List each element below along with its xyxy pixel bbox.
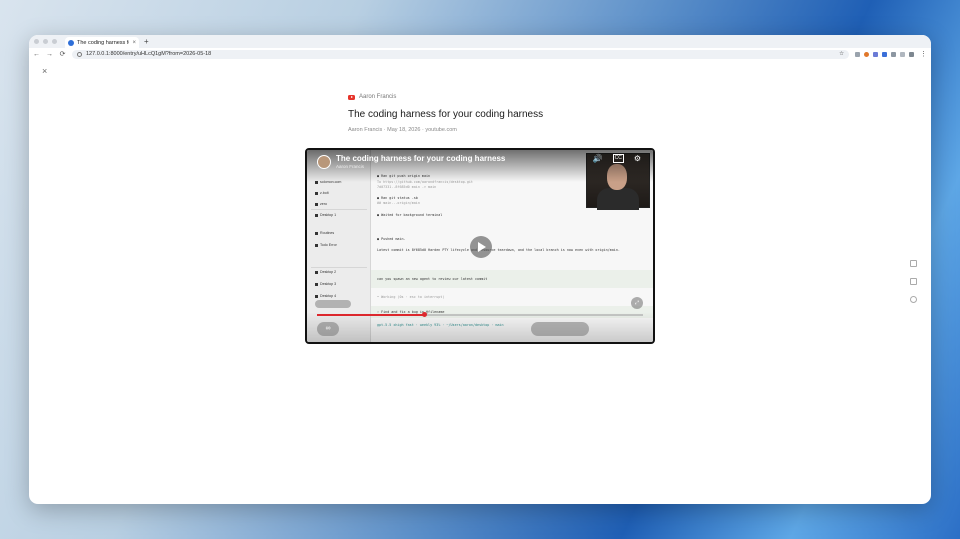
refresh-icon[interactable]	[910, 296, 917, 303]
play-button[interactable]	[470, 236, 492, 258]
extension-icon[interactable]	[900, 51, 905, 57]
minimize-window-icon[interactable]	[43, 39, 48, 44]
sidebar-entry: Todo Error	[315, 243, 337, 247]
terminal-line: ● Ran git status -sb	[377, 196, 418, 200]
sidebar-entry: Routines	[315, 231, 334, 235]
video-title[interactable]: The coding harness for your coding harne…	[336, 154, 505, 163]
source-name[interactable]: Aaron Francis	[359, 94, 396, 100]
video-control-pill[interactable]	[531, 322, 589, 336]
tab-close-icon[interactable]: ×	[132, 40, 136, 46]
terminal-line: 7d07331..8f685d0 main -> main	[377, 185, 437, 189]
reader-icon[interactable]	[910, 260, 917, 267]
share-link-button[interactable]: ∞	[317, 322, 339, 336]
bookmark-star-icon[interactable]: ☆	[839, 51, 844, 57]
sidebar-entry: z.bolt	[315, 191, 329, 195]
avatar[interactable]	[317, 155, 331, 169]
site-info-icon[interactable]	[77, 51, 82, 57]
back-button[interactable]: ←	[33, 51, 40, 58]
extension-icons	[855, 51, 914, 57]
browser-toolbar: ← → ⟳ 127.0.0.1:8000/entry/uHLcQ1gM?from…	[29, 48, 931, 60]
sidebar-entry: Desktop 2	[315, 270, 336, 274]
terminal-line: • Working (0s · esc to interrupt)	[377, 295, 445, 299]
forward-button[interactable]: →	[46, 51, 53, 58]
terminal-line: ● Pushed main.	[377, 237, 406, 241]
terminal-line: ● Waited for background terminal	[377, 213, 443, 217]
entry-meta: Aaron Francis · May 18, 2026 · youtube.c…	[348, 127, 457, 133]
divider	[311, 267, 367, 268]
archive-icon[interactable]	[910, 278, 917, 285]
maximize-window-icon[interactable]	[52, 39, 57, 44]
page-title: The coding harness for your coding harne…	[348, 109, 544, 120]
extension-icon[interactable]	[891, 51, 896, 57]
terminal-line: ## main...origin/main	[377, 201, 420, 205]
sidebar-entry: zero	[315, 202, 327, 206]
extension-icon[interactable]	[855, 51, 860, 57]
browser-menu-icon[interactable]: ⋮	[920, 50, 927, 58]
browser-tab[interactable]: The coding harness for y ×	[65, 37, 139, 48]
extension-icon[interactable]	[873, 51, 878, 57]
divider	[311, 209, 367, 210]
favicon-icon	[68, 39, 74, 46]
source-row: Aaron Francis	[348, 94, 396, 100]
close-entry-icon[interactable]: ×	[42, 66, 47, 76]
extension-icon[interactable]	[909, 51, 914, 57]
settings-gear-icon[interactable]: ⚙	[634, 154, 641, 163]
new-tab-button[interactable]: +	[144, 37, 149, 46]
youtube-icon	[348, 94, 355, 100]
sidebar-entry: Desktop 1	[315, 213, 336, 217]
sidebar-sub-entry: Todo Error	[320, 243, 337, 247]
address-bar[interactable]: 127.0.0.1:8000/entry/uHLcQ1gM?from=2026-…	[72, 49, 849, 59]
video-bottom-overlay	[307, 312, 653, 342]
captions-icon[interactable]: CC	[612, 154, 624, 163]
terminal-line: Latest commit is 8f685d0 Harden PTY life…	[377, 248, 620, 252]
presenter-body	[597, 188, 639, 210]
window-controls	[34, 39, 57, 44]
reload-button[interactable]: ⟳	[59, 50, 66, 58]
video-top-controls: 🔊 CC ⚙	[593, 154, 641, 163]
extension-icon[interactable]	[864, 51, 869, 57]
extension-icon[interactable]	[882, 51, 887, 57]
sidebar-entry: Desktop 3	[315, 282, 336, 286]
sidebar-entry: Desktop 4	[315, 294, 336, 298]
playback-controls[interactable]	[315, 300, 351, 308]
url-text: 127.0.0.1:8000/entry/uHLcQ1gM?from=2026-…	[86, 51, 212, 57]
tab-title: The coding harness for y	[77, 39, 129, 46]
fullscreen-icon[interactable]: ⤢	[631, 297, 643, 309]
video-channel[interactable]: Aaron Francis	[336, 164, 364, 169]
page-content: × Aaron Francis The coding harness for y…	[29, 60, 931, 504]
volume-icon[interactable]: 🔊	[593, 154, 603, 163]
sidebar-sub-entry: Routines	[320, 231, 335, 235]
browser-window: The coding harness for y × + ← → ⟳ 127.0…	[29, 35, 931, 504]
terminal-line: can you spawn an new agent to review our…	[377, 277, 488, 281]
video-player[interactable]: solomon.com z.bolt zero Desktop 1 Routin…	[305, 148, 655, 344]
close-window-icon[interactable]	[34, 39, 39, 44]
tab-strip: The coding harness for y × +	[29, 35, 931, 48]
